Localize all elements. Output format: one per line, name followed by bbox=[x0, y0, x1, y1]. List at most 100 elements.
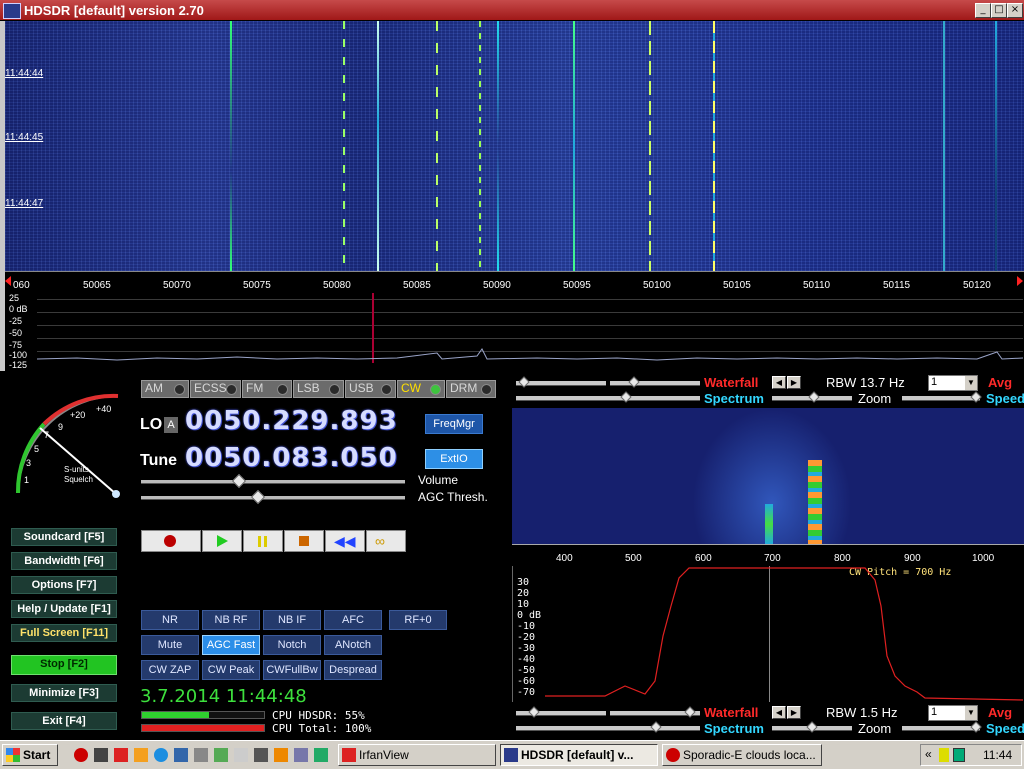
loop-button[interactable]: ∞ bbox=[366, 530, 406, 552]
rbw-left-button[interactable]: ◀ bbox=[772, 376, 786, 389]
audio-spectrum[interactable]: 30 20 10 0 dB -10 -20 -30 -40 -50 -60 -7… bbox=[512, 566, 1024, 702]
audio-freq-label: 500 bbox=[625, 553, 642, 564]
speed-slider-2[interactable] bbox=[902, 726, 980, 731]
speed-label: Speed bbox=[986, 391, 1024, 406]
start-button[interactable]: Start bbox=[2, 744, 58, 766]
mode-cw-button[interactable]: CW bbox=[397, 380, 445, 398]
frequency-axis[interactable]: 060 50065 50070 50075 50080 50085 50090 … bbox=[5, 271, 1024, 294]
main-waterfall[interactable]: 11:44:44 11:44:45 11:44:47 bbox=[5, 21, 1024, 271]
mode-am-button[interactable]: AM bbox=[141, 380, 189, 398]
opera-icon[interactable] bbox=[74, 748, 88, 762]
app-quicklaunch-icon[interactable] bbox=[294, 748, 308, 762]
nr-button[interactable]: NR bbox=[141, 610, 199, 630]
app-quicklaunch-icon[interactable] bbox=[114, 748, 128, 762]
full-screen-button[interactable]: Full Screen [F11] bbox=[11, 624, 117, 642]
audio-waterfall[interactable] bbox=[512, 408, 1024, 544]
cw-fullbw-button[interactable]: CWFullBw bbox=[263, 660, 321, 680]
tune-label: Tune bbox=[140, 452, 178, 469]
lo-a-badge[interactable]: A bbox=[164, 417, 178, 433]
mode-drm-button[interactable]: DRM bbox=[446, 380, 496, 398]
tune-frequency-display[interactable]: 0050.083.050 bbox=[185, 443, 398, 473]
bandwidth-button[interactable]: Bandwidth [F6] bbox=[11, 552, 117, 570]
audio-db-label: -10 bbox=[517, 621, 536, 632]
s-meter[interactable]: 1 3 5 7 9 +20 +40 S-units Squelch bbox=[8, 388, 134, 506]
play-button[interactable] bbox=[202, 530, 242, 552]
task-irfanview[interactable]: IrfanView bbox=[338, 744, 496, 766]
volume-slider-track[interactable] bbox=[141, 480, 405, 484]
spectrum-slider[interactable] bbox=[516, 396, 700, 401]
smeter-units-label: S-units bbox=[64, 465, 89, 474]
freq-label: 50115 bbox=[883, 280, 911, 291]
app-quicklaunch-icon[interactable] bbox=[314, 748, 328, 762]
options-button[interactable]: Options [F7] bbox=[11, 576, 117, 594]
rewind-button[interactable]: ◀◀ bbox=[325, 530, 365, 552]
freqmgr-button[interactable]: FreqMgr bbox=[425, 414, 483, 434]
cw-peak-button[interactable]: CW Peak bbox=[202, 660, 260, 680]
volume-tray-icon[interactable] bbox=[939, 748, 949, 762]
task-sporadic-e[interactable]: Sporadic-E clouds loca... bbox=[662, 744, 822, 766]
close-window-button[interactable]: × bbox=[1007, 3, 1023, 18]
anotch-button[interactable]: ANotch bbox=[324, 635, 382, 655]
app-quicklaunch-icon[interactable] bbox=[134, 748, 148, 762]
tray-expand-icon[interactable]: « bbox=[925, 747, 932, 761]
cw-zap-button[interactable]: CW ZAP bbox=[141, 660, 199, 680]
pause-button[interactable] bbox=[243, 530, 283, 552]
scroll-left-icon[interactable] bbox=[5, 276, 11, 286]
app-quicklaunch-icon[interactable] bbox=[154, 748, 168, 762]
lo-frequency-display[interactable]: 0050.229.893 bbox=[185, 406, 398, 436]
app-quicklaunch-icon[interactable] bbox=[94, 748, 108, 762]
pause-icon bbox=[258, 536, 261, 547]
app-quicklaunch-icon[interactable] bbox=[214, 748, 228, 762]
signal-trace bbox=[943, 21, 945, 271]
extio-button[interactable]: ExtIO bbox=[425, 449, 483, 469]
avg-select[interactable]: 1 ▼ bbox=[928, 375, 978, 391]
mode-ecss-button[interactable]: ECSS bbox=[190, 380, 241, 398]
app-quicklaunch-icon[interactable] bbox=[254, 748, 268, 762]
mode-usb-button[interactable]: USB bbox=[345, 380, 396, 398]
nb-rf-button[interactable]: NB RF bbox=[202, 610, 260, 630]
tray-icon[interactable] bbox=[953, 748, 965, 762]
app-quicklaunch-icon[interactable] bbox=[194, 748, 208, 762]
audio-freq-label: 400 bbox=[556, 553, 573, 564]
lo-label: LO bbox=[140, 416, 163, 433]
rbw-right-button[interactable]: ▶ bbox=[787, 376, 801, 389]
agc-fast-button[interactable]: AGC Fast bbox=[202, 635, 260, 655]
main-spectrum[interactable]: 25 0 dB -25 -50 -75 -100 -125 bbox=[5, 293, 1024, 371]
notch-button[interactable]: Notch bbox=[263, 635, 321, 655]
mode-fm-button[interactable]: FM bbox=[242, 380, 292, 398]
app-quicklaunch-icon[interactable] bbox=[174, 748, 188, 762]
zoom-label-2: Zoom bbox=[858, 721, 892, 736]
nb-if-button[interactable]: NB IF bbox=[263, 610, 321, 630]
mute-button[interactable]: Mute bbox=[141, 635, 199, 655]
stop-button[interactable]: Stop [F2] bbox=[11, 655, 117, 675]
rbw-left-button-2[interactable]: ◀ bbox=[772, 706, 786, 719]
afc-button[interactable]: AFC bbox=[324, 610, 382, 630]
freq-label: 50080 bbox=[323, 280, 351, 291]
app-quicklaunch-icon[interactable] bbox=[234, 748, 248, 762]
waterfall-level-slider[interactable] bbox=[610, 381, 700, 386]
despread-button[interactable]: Despread bbox=[324, 660, 382, 680]
title-bar[interactable]: HDSDR [default] version 2.70 _ □ × bbox=[0, 0, 1024, 20]
mode-lsb-button[interactable]: LSB bbox=[293, 380, 344, 398]
help-update-button[interactable]: Help / Update [F1] bbox=[11, 600, 117, 618]
speed-slider[interactable] bbox=[902, 396, 980, 401]
task-hdsdr[interactable]: HDSDR [default] v... bbox=[500, 744, 658, 766]
scroll-right-icon[interactable] bbox=[1017, 276, 1023, 286]
avg-select-2[interactable]: 1 ▼ bbox=[928, 705, 978, 721]
record-button[interactable] bbox=[141, 530, 201, 552]
minimize-window-button[interactable]: _ bbox=[975, 3, 991, 18]
soundcard-button[interactable]: Soundcard [F5] bbox=[11, 528, 117, 546]
stop-playback-button[interactable] bbox=[284, 530, 324, 552]
agc-slider-track[interactable] bbox=[141, 496, 405, 500]
app-quicklaunch-icon[interactable] bbox=[274, 748, 288, 762]
minimize-button[interactable]: Minimize [F3] bbox=[11, 684, 117, 702]
dropdown-arrow-icon: ▼ bbox=[965, 706, 977, 720]
exit-button[interactable]: Exit [F4] bbox=[11, 712, 117, 730]
maximize-window-button[interactable]: □ bbox=[991, 3, 1007, 18]
rbw-right-button-2[interactable]: ▶ bbox=[787, 706, 801, 719]
cpu-hdsdr-fill bbox=[142, 712, 210, 718]
audio-frequency-axis[interactable]: 400 500 600 700 800 900 1000 bbox=[512, 544, 1024, 567]
audio-freq-label: 900 bbox=[904, 553, 921, 564]
rf-gain-button[interactable]: RF+0 bbox=[389, 610, 447, 630]
spectrum-slider-2[interactable] bbox=[516, 726, 700, 731]
